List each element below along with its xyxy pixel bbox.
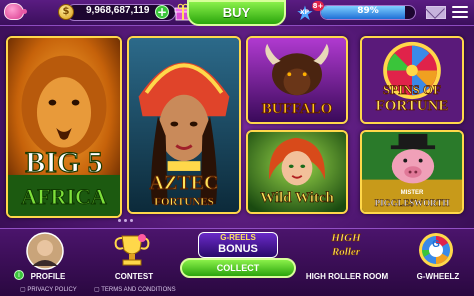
profile-label[interactable]: PROFILE [28, 272, 68, 281]
coin-balance: 9,968,687,119 [86, 5, 150, 16]
profile-status-icon: i [14, 270, 24, 280]
game-tile-spins-of-fortune[interactable]: SPINS OF FORTUNE [360, 36, 464, 124]
game-title: Wild Witch [260, 190, 334, 207]
game-title: BUFFALO [261, 101, 333, 118]
xp-label: XP [300, 9, 310, 16]
game-tile-big5-africa[interactable]: BIG 5 AFRICA [6, 36, 122, 218]
terms-link[interactable]: ▢ TERMS AND CONDITIONS [94, 286, 176, 293]
game-tile-mister-pigglesworth[interactable]: MISTER PIGGLE$WORTH [360, 130, 464, 214]
game-title-line2: AFRICA [21, 184, 108, 210]
privacy-policy-link[interactable]: ▢ PRIVACY POLICY [20, 286, 77, 293]
high-roller-logo-line2[interactable]: Roller [316, 246, 376, 258]
collect-label: COLLECT [216, 263, 260, 273]
game-title-line1: SPINS OF [382, 82, 442, 98]
profile-avatar[interactable] [26, 232, 64, 270]
high-roller-logo-line1[interactable]: HIGH [316, 232, 376, 244]
privacy-policy-text: PRIVACY POLICY [27, 287, 77, 293]
trophy-icon[interactable] [112, 232, 152, 268]
high-roller-room-label[interactable]: HIGH ROLLER ROOM [304, 272, 390, 281]
terms-text: TERMS AND CONDITIONS [101, 287, 176, 293]
coin-icon: $ [58, 4, 74, 20]
carousel-dot[interactable] [124, 219, 127, 222]
game-title-line1: MISTER [400, 190, 424, 196]
menu-icon[interactable] [452, 6, 468, 19]
xp-percent: 89% [357, 6, 379, 16]
buy-button[interactable]: BUY [187, 0, 286, 26]
game-title-line1: AZTEC [149, 172, 219, 195]
game-title-line2: PIGGLE$WORTH [374, 198, 450, 208]
carousel-dot[interactable] [118, 219, 121, 222]
game-title-line2: FORTUNE [375, 98, 449, 115]
greels-logo-line1: G-REELS [220, 233, 256, 242]
contest-label[interactable]: CONTEST [112, 272, 156, 281]
add-coins-button[interactable]: + [155, 5, 169, 19]
carousel-dot[interactable] [130, 219, 133, 222]
game-title-line2: FORTUNES [154, 196, 214, 209]
game-tile-wild-witch[interactable]: Wild Witch [246, 130, 348, 214]
greels-logo-line2: BONUS [218, 243, 258, 255]
game-tile-buffalo[interactable]: BUFFALO [246, 36, 348, 124]
g-wheelz-label[interactable]: G-WHEELZ [408, 272, 468, 281]
g-wheelz-icon[interactable] [418, 232, 454, 268]
game-tile-aztec-fortunes[interactable]: AZTEC FORTUNES [127, 36, 241, 214]
game-title-line1: BIG 5 [25, 145, 104, 179]
mail-icon[interactable] [426, 6, 446, 19]
g-wheelz-logo-letter: G [432, 239, 440, 250]
level-badge: 8+ [312, 1, 324, 11]
piggy-bank-icon[interactable] [4, 3, 27, 20]
